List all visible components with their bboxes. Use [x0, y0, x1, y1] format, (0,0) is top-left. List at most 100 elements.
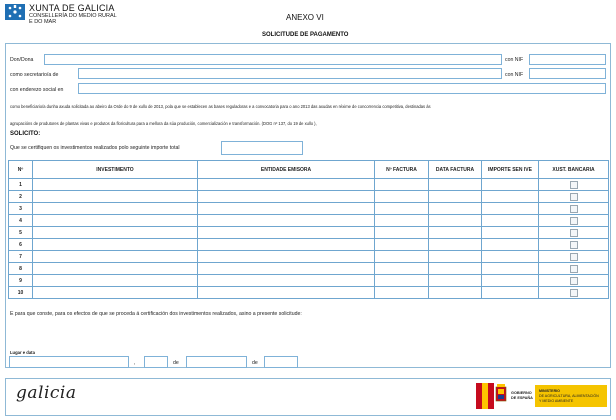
invoice-date-cell[interactable]	[428, 250, 482, 263]
investment-cell[interactable]	[32, 226, 198, 239]
invoice-date-cell[interactable]	[428, 226, 482, 239]
investment-cell[interactable]	[32, 214, 198, 227]
request-heading: SOLICITO:	[10, 131, 41, 137]
invoice-date-cell[interactable]	[428, 274, 482, 287]
invoice-number-cell[interactable]	[374, 274, 429, 287]
nif-field-2[interactable]	[529, 68, 606, 79]
col-header-bank-proof: XUST. BANCARIA	[538, 160, 609, 179]
bank-proof-checkbox[interactable]	[569, 180, 578, 189]
invoice-date-cell[interactable]	[428, 202, 482, 215]
issuer-cell[interactable]	[197, 226, 375, 239]
investment-cell[interactable]	[32, 250, 198, 263]
legal-text-line-1: como beneficiario/a dunha axuda solicita…	[10, 104, 431, 109]
de-label-2: de	[252, 360, 258, 366]
amount-cell[interactable]	[481, 190, 539, 203]
invoice-number-cell[interactable]	[374, 238, 429, 251]
nif-label-2: con NIF	[505, 72, 524, 78]
col-header-invoice-number: Nº FACTURA	[374, 160, 429, 179]
nif-field-1[interactable]	[529, 54, 606, 65]
year-field[interactable]	[264, 356, 298, 368]
issuer-cell[interactable]	[197, 190, 375, 203]
invoice-date-cell[interactable]	[428, 214, 482, 227]
invoice-number-cell[interactable]	[374, 214, 429, 227]
amount-cell[interactable]	[481, 274, 539, 287]
amount-cell[interactable]	[481, 286, 539, 299]
dept-line-2: E DO MAR	[29, 19, 57, 25]
gov-line-2: DE ESPAÑA	[511, 396, 533, 400]
galicia-logo: galicia	[16, 383, 77, 403]
invoice-number-cell[interactable]	[374, 226, 429, 239]
invoice-number-cell[interactable]	[374, 250, 429, 263]
issuer-cell[interactable]	[197, 262, 375, 275]
invoice-date-cell[interactable]	[428, 262, 482, 275]
issuer-cell[interactable]	[197, 214, 375, 227]
bank-proof-cell	[538, 238, 609, 251]
day-field[interactable]	[144, 356, 168, 368]
investment-cell[interactable]	[32, 274, 198, 287]
invoice-date-cell[interactable]	[428, 190, 482, 203]
investment-cell[interactable]	[32, 178, 198, 191]
place-field[interactable]	[9, 356, 129, 368]
table-row: 2	[8, 190, 609, 203]
invoice-number-cell[interactable]	[374, 178, 429, 191]
bank-proof-checkbox[interactable]	[569, 288, 578, 297]
don-name-field[interactable]	[44, 54, 502, 65]
amount-cell[interactable]	[481, 178, 539, 191]
bank-proof-checkbox[interactable]	[569, 264, 578, 273]
investment-cell[interactable]	[32, 286, 198, 299]
table-row: 5	[8, 226, 609, 239]
invoice-date-cell[interactable]	[428, 286, 482, 299]
amount-cell[interactable]	[481, 214, 539, 227]
invoice-number-cell[interactable]	[374, 286, 429, 299]
galicia-logo-text: galicia	[16, 383, 77, 403]
bank-proof-checkbox[interactable]	[569, 192, 578, 201]
bank-proof-checkbox[interactable]	[569, 228, 578, 237]
table-row: 9	[8, 274, 609, 287]
amount-cell[interactable]	[481, 226, 539, 239]
bank-proof-checkbox[interactable]	[569, 216, 578, 225]
row-number: 7	[8, 250, 33, 263]
col-header-num: Nº	[8, 160, 33, 179]
secretary-field[interactable]	[78, 68, 502, 79]
issuer-cell[interactable]	[197, 238, 375, 251]
amount-cell[interactable]	[481, 202, 539, 215]
investment-cell[interactable]	[32, 238, 198, 251]
invoice-number-cell[interactable]	[374, 190, 429, 203]
bank-proof-cell	[538, 274, 609, 287]
col-header-amount: IMPORTE SEN IVE	[481, 160, 539, 179]
issuer-cell[interactable]	[197, 274, 375, 287]
amount-cell[interactable]	[481, 238, 539, 251]
investment-cell[interactable]	[32, 262, 198, 275]
amount-cell[interactable]	[481, 262, 539, 275]
investment-cell[interactable]	[32, 202, 198, 215]
table-row: 1	[8, 178, 609, 191]
annex-title: ANEXO VI	[286, 13, 324, 22]
investment-cell[interactable]	[32, 190, 198, 203]
col-header-invoice-date: DATA FACTURA	[428, 160, 482, 179]
table-header-row: Nº INVESTIMENTO ENTIDADE EMISORA Nº FACT…	[8, 160, 609, 179]
row-number: 9	[8, 274, 33, 287]
row-number: 3	[8, 202, 33, 215]
invoice-number-cell[interactable]	[374, 202, 429, 215]
bank-proof-checkbox[interactable]	[569, 252, 578, 261]
invoice-number-cell[interactable]	[374, 262, 429, 275]
address-label: con enderezo social en	[10, 87, 64, 93]
bank-proof-checkbox[interactable]	[569, 240, 578, 249]
issuer-cell[interactable]	[197, 250, 375, 263]
total-amount-field[interactable]	[221, 141, 303, 155]
issuer-cell[interactable]	[197, 286, 375, 299]
issuer-cell[interactable]	[197, 202, 375, 215]
bank-proof-checkbox[interactable]	[569, 204, 578, 213]
table-row: 4	[8, 214, 609, 227]
month-field[interactable]	[186, 356, 247, 368]
row-number: 8	[8, 262, 33, 275]
amount-cell[interactable]	[481, 250, 539, 263]
invoice-date-cell[interactable]	[428, 238, 482, 251]
bank-proof-checkbox[interactable]	[569, 276, 578, 285]
bank-proof-cell	[538, 250, 609, 263]
issuer-cell[interactable]	[197, 178, 375, 191]
bank-proof-cell	[538, 190, 609, 203]
address-field[interactable]	[78, 83, 606, 94]
de-label-1: de	[173, 360, 179, 366]
invoice-date-cell[interactable]	[428, 178, 482, 191]
